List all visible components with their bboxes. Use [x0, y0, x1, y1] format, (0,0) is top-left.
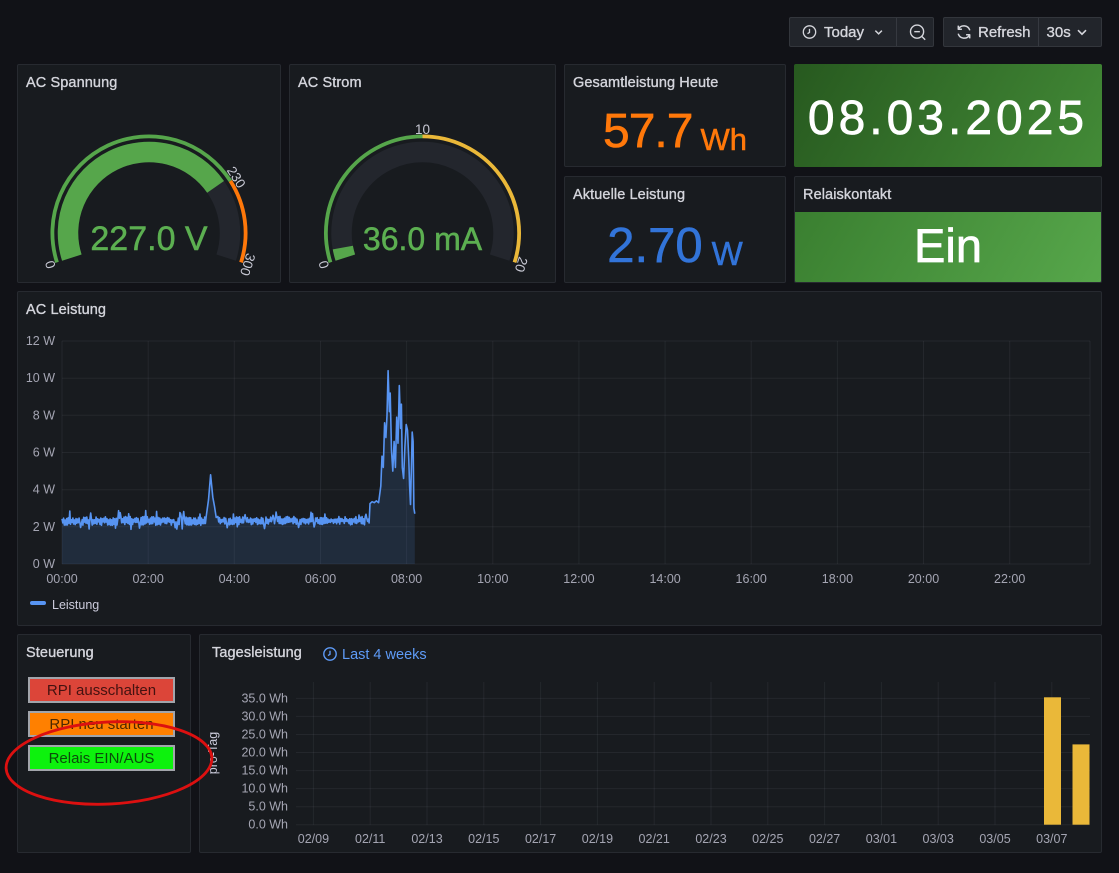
svg-text:2 W: 2 W — [33, 520, 55, 534]
svg-text:02/15: 02/15 — [468, 832, 499, 846]
svg-text:02/19: 02/19 — [582, 832, 613, 846]
svg-text:20:00: 20:00 — [908, 572, 939, 586]
svg-text:12 W: 12 W — [26, 334, 55, 348]
svg-text:35.0 Wh: 35.0 Wh — [241, 691, 288, 705]
svg-text:03/07: 03/07 — [1036, 832, 1067, 846]
svg-text:4 W: 4 W — [33, 483, 55, 497]
svg-text:10: 10 — [415, 122, 430, 137]
svg-text:0: 0 — [42, 259, 59, 271]
svg-text:00:00: 00:00 — [46, 572, 77, 586]
svg-text:08:00: 08:00 — [391, 572, 422, 586]
svg-text:02/09: 02/09 — [298, 832, 329, 846]
svg-text:02/17: 02/17 — [525, 832, 556, 846]
svg-text:0: 0 — [316, 259, 333, 271]
svg-text:10.0 Wh: 10.0 Wh — [241, 782, 288, 796]
svg-text:10:00: 10:00 — [477, 572, 508, 586]
svg-text:22:00: 22:00 — [994, 572, 1025, 586]
svg-text:16:00: 16:00 — [736, 572, 767, 586]
svg-text:36.0 mA: 36.0 mA — [363, 221, 483, 257]
svg-text:02/25: 02/25 — [752, 832, 783, 846]
svg-text:06:00: 06:00 — [305, 572, 336, 586]
svg-text:pro-Tag: pro-Tag — [206, 732, 220, 774]
svg-text:12:00: 12:00 — [563, 572, 594, 586]
svg-text:Leistung: Leistung — [52, 598, 99, 612]
svg-text:02/27: 02/27 — [809, 832, 840, 846]
svg-text:8 W: 8 W — [33, 408, 55, 422]
svg-text:02:00: 02:00 — [133, 572, 164, 586]
svg-text:30.0 Wh: 30.0 Wh — [241, 709, 288, 723]
svg-text:15.0 Wh: 15.0 Wh — [241, 764, 288, 778]
svg-text:5.0 Wh: 5.0 Wh — [248, 800, 288, 814]
svg-text:14:00: 14:00 — [649, 572, 680, 586]
svg-text:03/01: 03/01 — [866, 832, 897, 846]
svg-text:03/03: 03/03 — [923, 832, 954, 846]
svg-text:02/23: 02/23 — [695, 832, 726, 846]
svg-text:0 W: 0 W — [33, 557, 55, 571]
svg-text:02/13: 02/13 — [411, 832, 442, 846]
svg-text:18:00: 18:00 — [822, 572, 853, 586]
svg-text:02/21: 02/21 — [639, 832, 670, 846]
svg-text:10 W: 10 W — [26, 371, 55, 385]
svg-text:20.0 Wh: 20.0 Wh — [241, 746, 288, 760]
svg-text:04:00: 04:00 — [219, 572, 250, 586]
svg-text:300: 300 — [237, 251, 258, 277]
svg-text:03/05: 03/05 — [979, 832, 1010, 846]
svg-text:25.0 Wh: 25.0 Wh — [241, 728, 288, 742]
svg-text:227.0 V: 227.0 V — [90, 220, 208, 258]
svg-text:6 W: 6 W — [33, 446, 55, 460]
svg-text:02/11: 02/11 — [355, 832, 385, 846]
svg-text:0.0 Wh: 0.0 Wh — [248, 818, 288, 832]
